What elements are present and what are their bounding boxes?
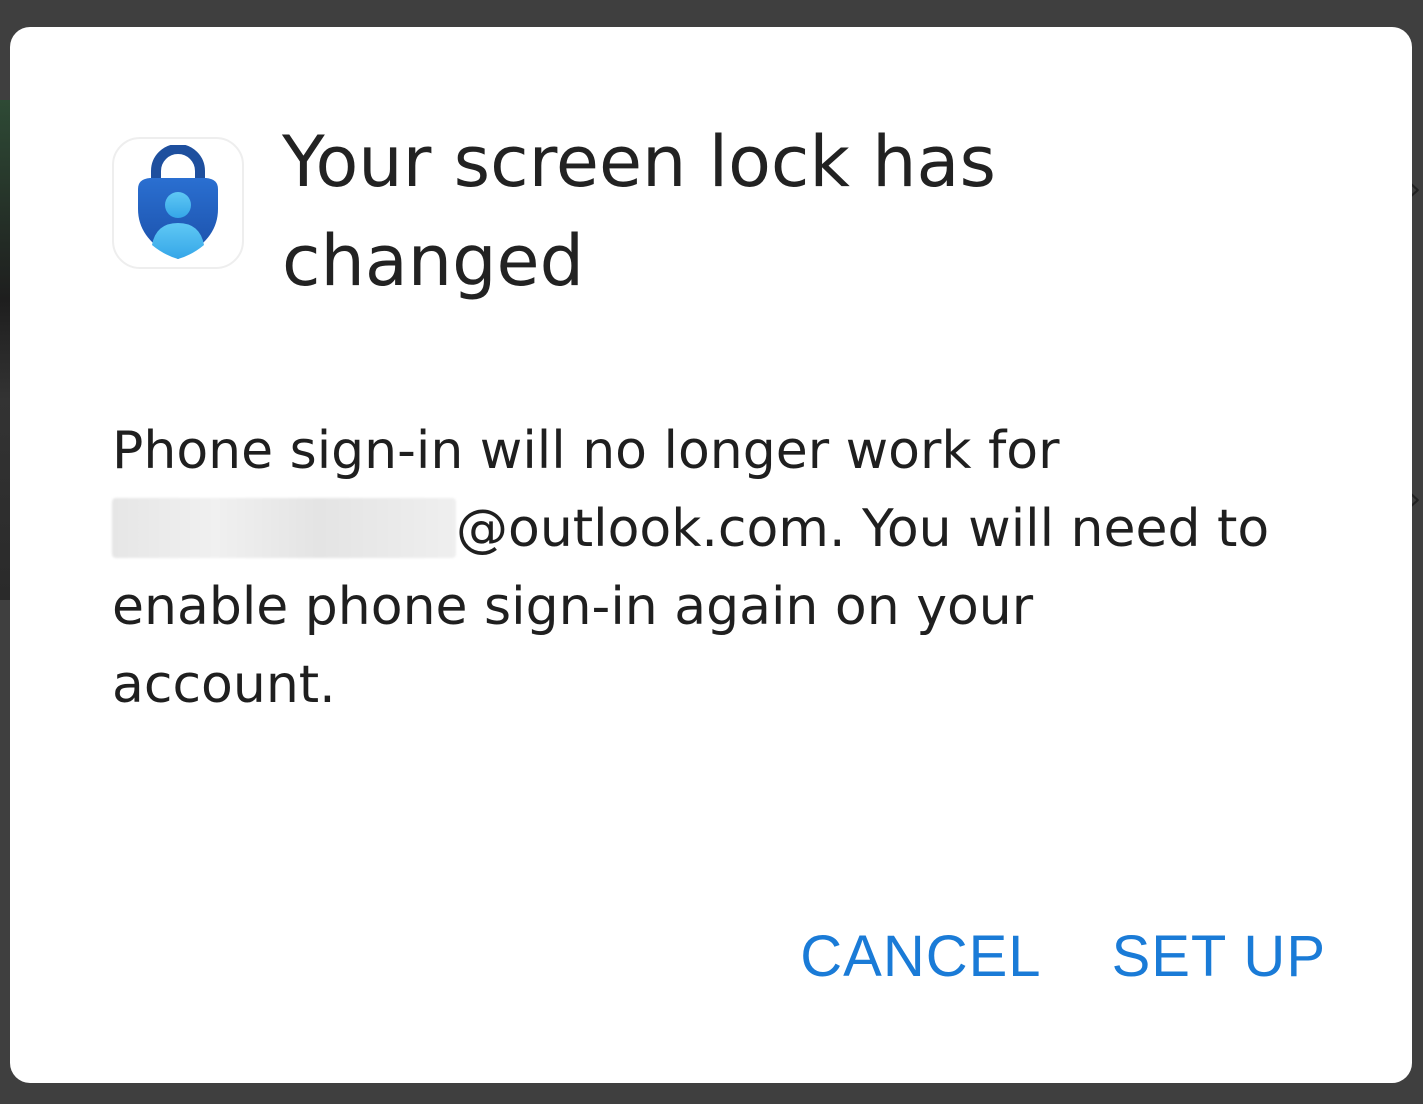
authenticator-app-icon [112, 137, 244, 269]
redacted-email-username [112, 498, 456, 558]
dialog-message: Phone sign-in will no longer work for @ou… [112, 412, 1272, 724]
email-domain: @outlook.com. [456, 499, 846, 559]
set-up-button[interactable]: SET UP [1112, 917, 1326, 997]
message-start: Phone sign-in will no longer work for [112, 421, 1060, 481]
background-app-edge [0, 100, 10, 600]
cancel-button[interactable]: CANCEL [800, 917, 1041, 997]
screen-lock-changed-dialog: Your screen lock has changed Phone sign-… [10, 27, 1412, 1083]
dialog-title: Your screen lock has changed [282, 121, 996, 302]
lock-person-icon [138, 145, 218, 259]
dialog-actions: CANCEL SET UP [800, 917, 1326, 997]
